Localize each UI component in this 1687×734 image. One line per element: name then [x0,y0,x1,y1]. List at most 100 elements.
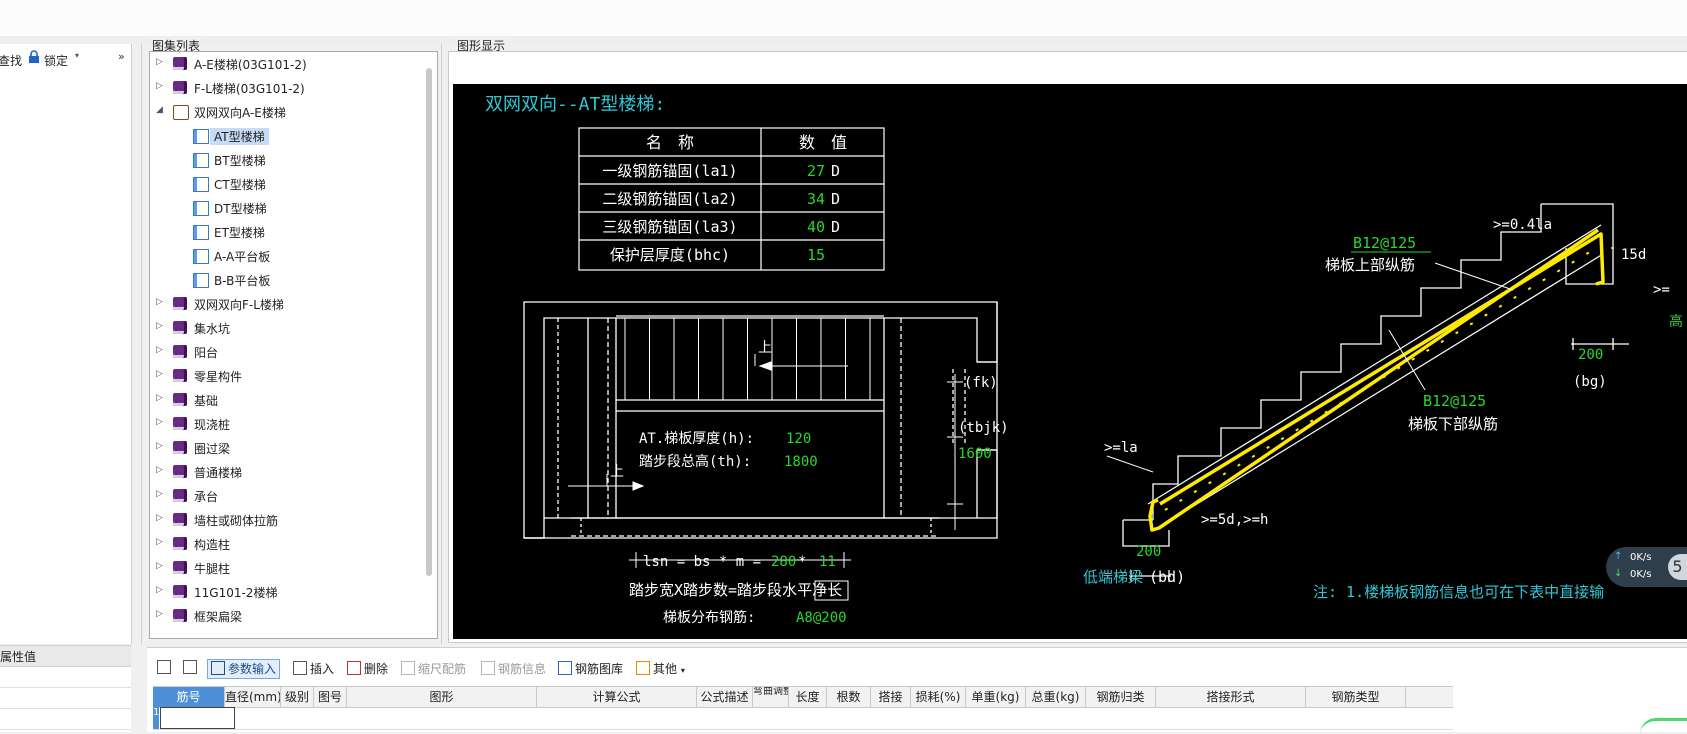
atlas-tree[interactable]: ▷ A-E楼梯(03G101-2) ▷ F-L楼梯(03G101-2) ◢ 双网双向A-E… [149,51,438,639]
top-rebar-spec: B12@125 [1353,234,1416,252]
expand-arrow-icon[interactable]: ▷ [156,393,163,403]
expand-arrow-icon[interactable]: ▷ [156,561,163,571]
bar-number-cell[interactable] [160,707,235,729]
column-header[interactable]: 总重(kg) [1026,687,1086,707]
table-cell-value: 27 [807,162,825,180]
tree-scrollbar[interactable] [426,68,432,576]
tree-item[interactable]: ▷ 基础 [150,390,430,410]
tree-item-label: 承台 [194,490,219,504]
title-bar [0,0,1687,37]
tree-item[interactable]: ▷ 承台 [150,486,430,506]
tree-item[interactable]: ◢ 双网双向A-E楼梯 [150,102,430,122]
top-rebar-label: 梯板上部纵筋 [1325,256,1415,274]
insert-label: 插入 [310,662,335,676]
tree-item[interactable]: ▷ 零星构件 [150,366,430,386]
column-header[interactable]: 级别 [281,687,314,707]
splitter[interactable] [141,44,142,644]
tree-item[interactable]: CT型楼梯 [150,174,430,194]
delete-icon [347,661,361,675]
expand-arrow-icon[interactable]: ▷ [156,465,163,475]
tree-item[interactable]: ▷ 墙柱或砌体拉筋 [150,510,430,530]
column-header[interactable]: 长度 [789,687,827,707]
expand-arrow-icon[interactable]: ▷ [156,81,163,91]
expand-arrow-icon[interactable]: ▷ [156,489,163,499]
tree-item[interactable]: ▷ 11G101-2楼梯 [150,582,430,602]
delete-button[interactable]: 删除 [347,660,388,678]
tree-item[interactable]: ▷ 牛腿柱 [150,558,430,578]
column-header[interactable]: 直径(mm) [225,687,281,707]
splitter[interactable] [441,44,442,644]
tree-item[interactable]: ▷ 集水坑 [150,318,430,338]
tree-item[interactable]: ▷ 双网双向F-L楼梯 [150,294,430,314]
property-header: 属性值 [0,646,131,667]
scale-rebar-button[interactable]: 缩尺配筋 [401,660,466,678]
move-down-button[interactable] [183,660,200,678]
tree-item[interactable]: DT型楼梯 [150,198,430,218]
expand-arrow-icon[interactable]: ▷ [156,369,163,379]
column-header[interactable]: 图形 [347,687,537,707]
expand-arrow-icon[interactable]: ▷ [156,441,163,451]
tree-item[interactable]: ▷ F-L楼梯(03G101-2) [150,78,430,98]
column-header[interactable]: 钢筋类型 [1306,687,1406,707]
tree-item[interactable]: AT型楼梯 [150,126,430,146]
tree-item[interactable]: A-A平台板 [150,246,430,266]
param-input-button[interactable]: 参数输入 [207,659,281,679]
lock-dropdown[interactable]: 锁定 [44,52,68,69]
tree-item-label: 构造柱 [194,538,231,552]
collapse-arrow-icon[interactable]: ◢ [156,105,163,115]
book-icon [173,297,187,310]
badge-number[interactable]: 5 [1668,554,1687,580]
expand-arrow-icon[interactable]: ▷ [156,513,163,523]
expand-arrow-icon[interactable]: ▷ [156,297,163,307]
other-dropdown[interactable]: 其他 ▾ [636,660,685,678]
tree-item[interactable]: ▷ 现浇桩 [150,414,430,434]
expand-arrow-icon[interactable]: ▷ [156,57,163,67]
column-header[interactable]: 钢筋归类 [1086,687,1156,707]
delete-label: 删除 [364,662,389,676]
tree-item[interactable]: BT型楼梯 [150,150,430,170]
column-header[interactable]: 弯曲调整 [753,687,789,707]
expand-arrow-icon[interactable]: ▷ [156,345,163,355]
column-header[interactable]: 筋号 [153,687,225,707]
property-row[interactable] [0,688,131,709]
tree-item[interactable]: ▷ 阳台 [150,342,430,362]
rebar-library-button[interactable]: 钢筋图库 [558,660,623,678]
column-header[interactable]: 公式描述 [697,687,753,707]
bottom-rebar-label: 梯板下部纵筋 [1408,415,1498,433]
insert-button[interactable]: 插入 [293,660,334,678]
table-row[interactable]: 1 [153,707,1453,730]
chevron-down-icon[interactable]: ▾ [75,51,79,60]
tree-item[interactable]: ▷ 构造柱 [150,534,430,554]
property-row[interactable] [0,667,131,688]
column-header[interactable]: 根数 [827,687,871,707]
tree-item[interactable]: ET型楼梯 [150,222,430,242]
param-icon [211,661,225,675]
lock-icon[interactable] [28,50,40,67]
rebar-info-button[interactable]: 钢筋信息 [481,660,546,678]
graphic-display[interactable]: 双网双向--AT型楼梯: 名 称 数 值 一级钢筋锚固(la1) 27 D 二级… [453,84,1687,639]
column-header[interactable]: 单重(kg) [966,687,1026,707]
expand-arrow-icon[interactable]: ▷ [156,537,163,547]
hook-label: >=5d,>=h [1201,512,1268,528]
tree-item-label: 圈过梁 [194,442,231,456]
column-header[interactable]: 搭接形式 [1156,687,1306,707]
tree-item[interactable]: ▷ 圈过梁 [150,438,430,458]
column-header[interactable]: 计算公式 [537,687,697,707]
tree-item[interactable]: ▷ A-E楼梯(03G101-2) [150,54,430,74]
column-header[interactable]: 搭接 [871,687,911,707]
property-row[interactable] [0,709,131,730]
expand-more-icon[interactable]: » [118,50,125,63]
tree-item[interactable]: ▷ 普通楼梯 [150,462,430,482]
find-button[interactable]: 查找 [0,52,22,69]
expand-arrow-icon[interactable]: ▷ [156,321,163,331]
tree-item[interactable]: ▷ 框架扁梁 [150,606,430,626]
column-header[interactable]: 损耗(%) [911,687,966,707]
expand-arrow-icon[interactable]: ▷ [156,585,163,595]
expand-arrow-icon[interactable]: ▷ [156,417,163,427]
table-cell-unit: D [831,218,840,236]
column-header[interactable]: 图号 [314,687,347,707]
tree-item[interactable]: B-B平台板 [150,270,430,290]
expand-arrow-icon[interactable]: ▷ [156,609,163,619]
move-up-button[interactable] [157,660,174,678]
insert-icon [293,661,307,675]
